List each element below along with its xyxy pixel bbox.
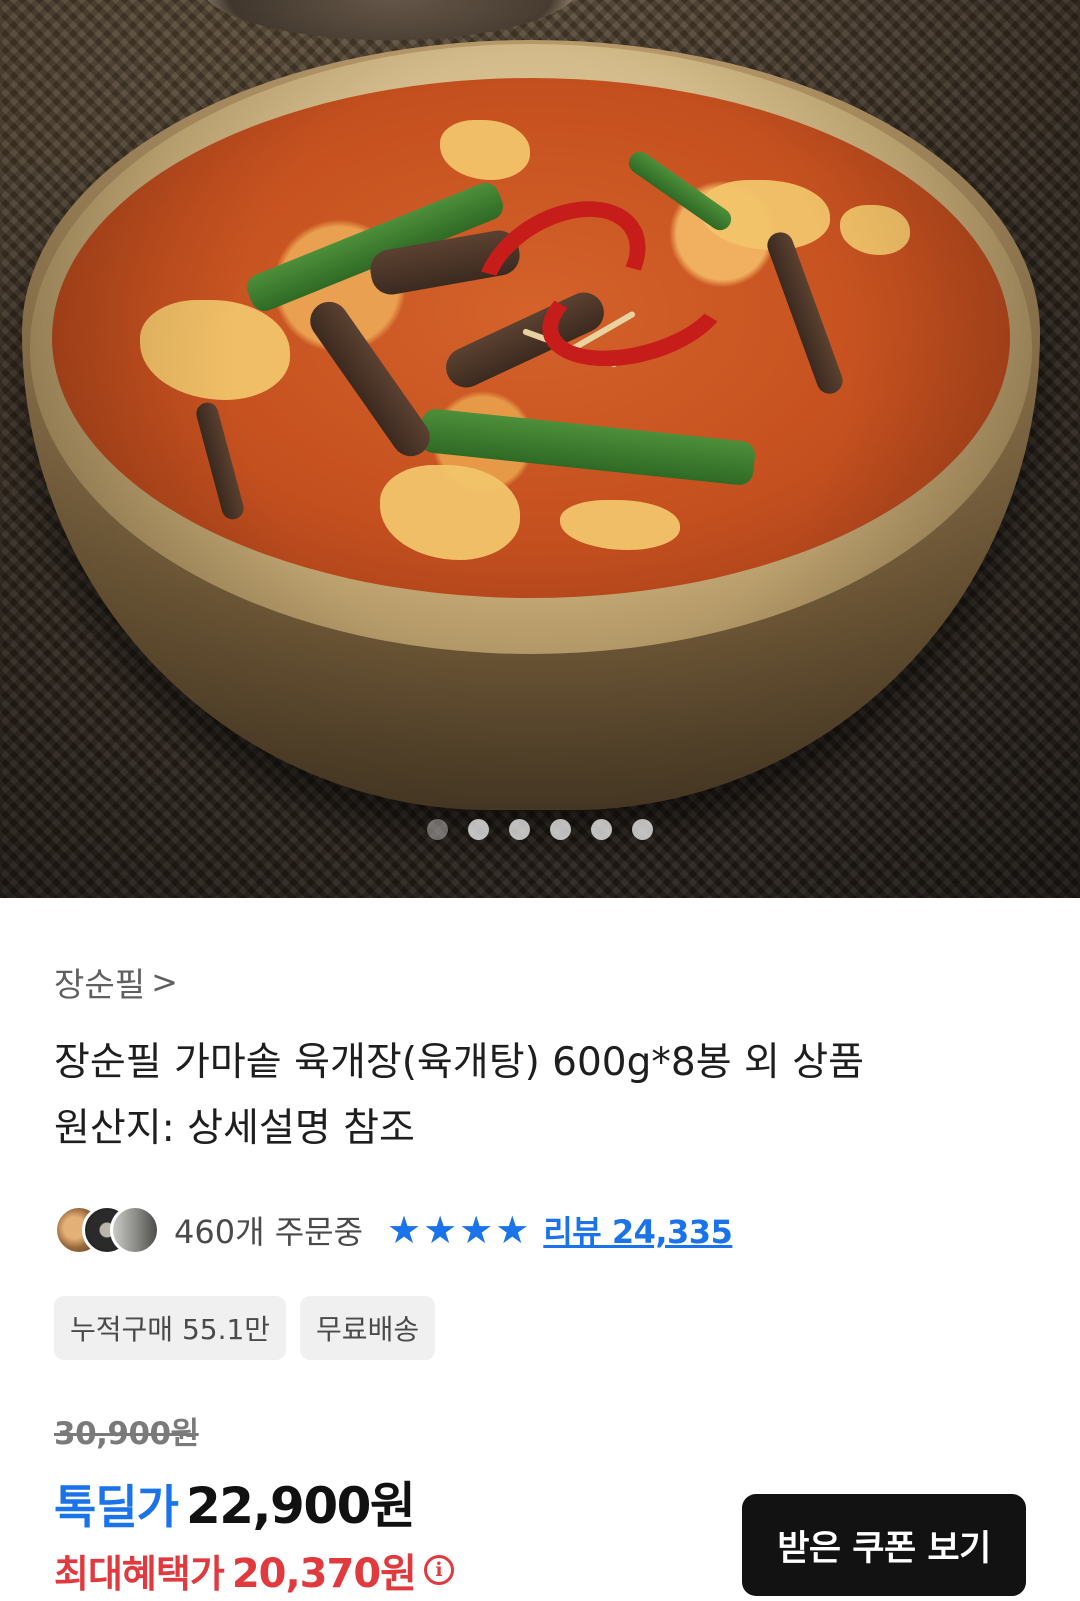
vignette xyxy=(0,0,1080,898)
max-benefit-row: 최대혜택가 20,370원 i xyxy=(54,1540,454,1600)
carousel-dot[interactable] xyxy=(468,818,489,840)
cumulative-purchase-chip: 누적구매 55.1만 xyxy=(54,1296,287,1360)
carousel-dot[interactable] xyxy=(550,818,571,840)
chevron-right-icon: > xyxy=(151,963,178,1001)
reviews-link[interactable]: 리뷰 24,335 xyxy=(543,1207,733,1253)
product-title-line: 장순필 가마솥 육개장(육개탕) 600g*8봉 외 상품 xyxy=(54,1040,865,1085)
star-icon: ★ xyxy=(423,1208,458,1252)
brand-name: 장순필 xyxy=(54,965,146,1004)
original-price: 30,900원 xyxy=(54,1416,199,1452)
info-icon[interactable]: i xyxy=(423,1555,454,1585)
carousel-dot[interactable] xyxy=(591,818,612,840)
deal-label: 톡딜가 xyxy=(54,1480,179,1534)
product-title: 장순필 가마솥 육개장(육개탕) 600g*8봉 외 상품 원산지: 상세설명 … xyxy=(54,1030,1024,1162)
free-shipping-chip: 무료배송 xyxy=(300,1296,436,1360)
deal-price: 22,900원 xyxy=(185,1477,416,1535)
avatar xyxy=(110,1205,160,1255)
buyer-avatars xyxy=(54,1205,160,1255)
badge-chips: 누적구매 55.1만 무료배송 xyxy=(54,1296,436,1360)
orders-count: 460개 주문중 xyxy=(174,1213,364,1251)
social-proof-row: 460개 주문중 ★ ★ ★ ★ 리뷰 24,335 xyxy=(54,1202,733,1258)
rating-stars: ★ ★ ★ ★ xyxy=(387,1211,529,1249)
star-icon: ★ xyxy=(459,1208,494,1252)
max-benefit-price: 20,370원 xyxy=(231,1551,417,1597)
carousel-indicator xyxy=(0,815,1080,843)
deal-price-row: 톡딜가 22,900원 xyxy=(54,1466,416,1535)
carousel-dot[interactable] xyxy=(632,818,653,840)
brand-link[interactable]: 장순필 > xyxy=(54,955,178,1009)
carousel-dot[interactable] xyxy=(509,818,530,840)
max-benefit-label: 최대혜택가 xyxy=(54,1551,225,1596)
carousel-dot[interactable] xyxy=(427,818,448,840)
star-icon: ★ xyxy=(495,1208,530,1252)
origin-text: 원산지: 상세설명 참조 xyxy=(54,1106,415,1151)
star-icon: ★ xyxy=(387,1208,422,1252)
view-coupons-button[interactable]: 받은 쿠폰 보기 xyxy=(742,1494,1026,1596)
product-image-carousel[interactable] xyxy=(0,0,1080,898)
